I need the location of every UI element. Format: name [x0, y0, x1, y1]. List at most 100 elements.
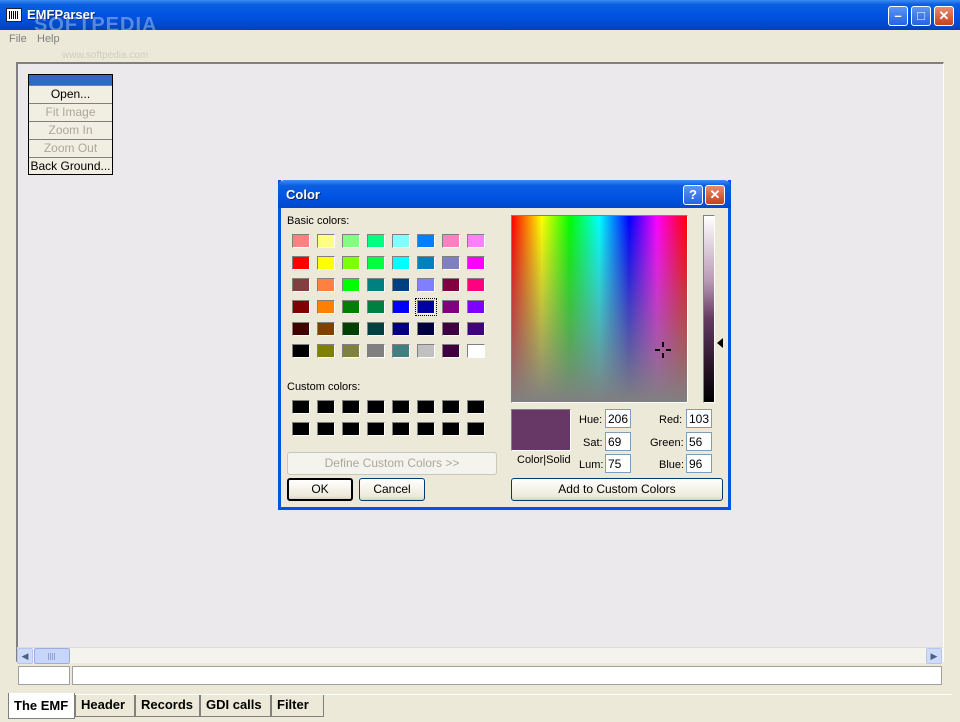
basic-color-swatch[interactable] [417, 344, 435, 358]
green-field[interactable]: 56 [686, 432, 712, 451]
custom-color-swatch[interactable] [367, 422, 385, 436]
crosshair-icon[interactable] [655, 342, 671, 358]
basic-color-swatch[interactable] [292, 344, 310, 358]
custom-color-swatch[interactable] [292, 422, 310, 436]
luminosity-bar[interactable] [703, 215, 715, 403]
maximize-button[interactable]: □ [911, 6, 931, 26]
menu-file[interactable]: File [9, 33, 27, 45]
help-icon[interactable]: ? [683, 185, 703, 205]
tab-header[interactable]: Header [75, 695, 135, 717]
cancel-button[interactable]: Cancel [359, 478, 425, 501]
basic-color-swatch[interactable] [317, 322, 335, 336]
basic-color-swatch[interactable] [392, 278, 410, 292]
scroll-thumb[interactable] [34, 648, 70, 664]
basic-color-swatch[interactable] [292, 234, 310, 248]
custom-color-swatch[interactable] [292, 400, 310, 414]
basic-color-swatch[interactable] [467, 344, 485, 358]
basic-color-swatch[interactable] [367, 256, 385, 270]
scroll-left-icon[interactable]: ◀ [17, 648, 33, 664]
tab-gdi-calls[interactable]: GDI calls [200, 695, 271, 717]
basic-color-swatch[interactable] [442, 234, 460, 248]
custom-color-swatch[interactable] [317, 400, 335, 414]
custom-color-swatch[interactable] [342, 400, 360, 414]
basic-color-swatch[interactable] [442, 344, 460, 358]
luminosity-arrow-icon[interactable] [717, 338, 723, 348]
basic-color-swatch[interactable] [317, 278, 335, 292]
red-field[interactable]: 103 [686, 409, 712, 428]
basic-color-swatch[interactable] [442, 322, 460, 336]
menu-item-background[interactable]: Back Ground... [29, 157, 112, 175]
basic-color-swatch[interactable] [292, 322, 310, 336]
basic-color-swatch[interactable] [292, 256, 310, 270]
menu-item-fit-image: Fit Image [29, 103, 112, 121]
basic-color-swatch[interactable] [317, 344, 335, 358]
tab-the-emf[interactable]: The EMF [8, 693, 75, 719]
close-button[interactable]: ✕ [934, 6, 954, 26]
basic-color-swatch[interactable] [317, 256, 335, 270]
add-to-custom-colors-button[interactable]: Add to Custom Colors [511, 478, 723, 501]
blue-field[interactable]: 96 [686, 454, 712, 473]
basic-color-swatch[interactable] [342, 234, 360, 248]
basic-color-swatch[interactable] [442, 256, 460, 270]
basic-color-swatch[interactable] [392, 300, 410, 314]
basic-color-swatch[interactable] [467, 234, 485, 248]
basic-color-swatch[interactable] [342, 278, 360, 292]
basic-color-swatch[interactable] [417, 322, 435, 336]
custom-color-swatch[interactable] [342, 422, 360, 436]
ok-button[interactable]: OK [287, 478, 353, 501]
basic-color-swatch[interactable] [415, 298, 437, 316]
basic-color-swatch[interactable] [367, 278, 385, 292]
basic-color-swatch[interactable] [467, 300, 485, 314]
custom-color-swatch[interactable] [442, 400, 460, 414]
basic-color-swatch[interactable] [317, 234, 335, 248]
tab-filter[interactable]: Filter [271, 695, 324, 717]
menu-help[interactable]: Help [37, 33, 60, 45]
tab-records[interactable]: Records [135, 695, 200, 717]
main-title-bar[interactable]: EMFParser SOFTPEDIA – □ ✕ [0, 0, 960, 36]
scroll-right-icon[interactable]: ▶ [926, 648, 942, 664]
basic-color-swatch[interactable] [367, 234, 385, 248]
dialog-close-icon[interactable]: ✕ [705, 185, 725, 205]
basic-color-swatch[interactable] [442, 300, 460, 314]
custom-color-swatch[interactable] [467, 422, 485, 436]
basic-color-swatch[interactable] [392, 256, 410, 270]
basic-color-swatch[interactable] [342, 300, 360, 314]
basic-color-swatch[interactable] [392, 322, 410, 336]
basic-color-swatch[interactable] [367, 344, 385, 358]
dialog-title-bar[interactable]: Color ? ✕ [278, 180, 731, 208]
hue-field[interactable]: 206 [605, 409, 631, 428]
basic-color-swatch[interactable] [317, 300, 335, 314]
custom-color-swatch[interactable] [367, 400, 385, 414]
color-spectrum[interactable] [511, 215, 688, 403]
basic-color-swatch[interactable] [392, 344, 410, 358]
basic-color-swatch[interactable] [467, 322, 485, 336]
basic-color-swatch[interactable] [342, 344, 360, 358]
basic-color-swatch[interactable] [467, 256, 485, 270]
basic-color-swatch[interactable] [392, 234, 410, 248]
custom-color-swatch[interactable] [467, 400, 485, 414]
basic-color-swatch[interactable] [292, 278, 310, 292]
basic-color-swatch[interactable] [417, 234, 435, 248]
basic-colors-label: Basic colors: [287, 215, 350, 227]
custom-color-swatch[interactable] [392, 422, 410, 436]
custom-color-swatch[interactable] [417, 400, 435, 414]
horizontal-scrollbar[interactable]: ◀ ▶ [17, 647, 943, 664]
basic-color-swatch[interactable] [342, 256, 360, 270]
basic-color-swatch[interactable] [367, 300, 385, 314]
basic-color-swatch[interactable] [417, 256, 435, 270]
custom-color-swatch[interactable] [317, 422, 335, 436]
sat-field[interactable]: 69 [605, 432, 631, 451]
basic-color-swatch[interactable] [292, 300, 310, 314]
basic-color-swatch[interactable] [417, 278, 435, 292]
app-icon[interactable] [6, 8, 22, 22]
basic-color-swatch[interactable] [442, 278, 460, 292]
lum-field[interactable]: 75 [605, 454, 631, 473]
minimize-button[interactable]: – [888, 6, 908, 26]
basic-color-swatch[interactable] [367, 322, 385, 336]
basic-color-swatch[interactable] [342, 322, 360, 336]
custom-color-swatch[interactable] [392, 400, 410, 414]
basic-color-swatch[interactable] [467, 278, 485, 292]
menu-item-open[interactable]: Open... [29, 85, 112, 103]
custom-color-swatch[interactable] [417, 422, 435, 436]
custom-color-swatch[interactable] [442, 422, 460, 436]
